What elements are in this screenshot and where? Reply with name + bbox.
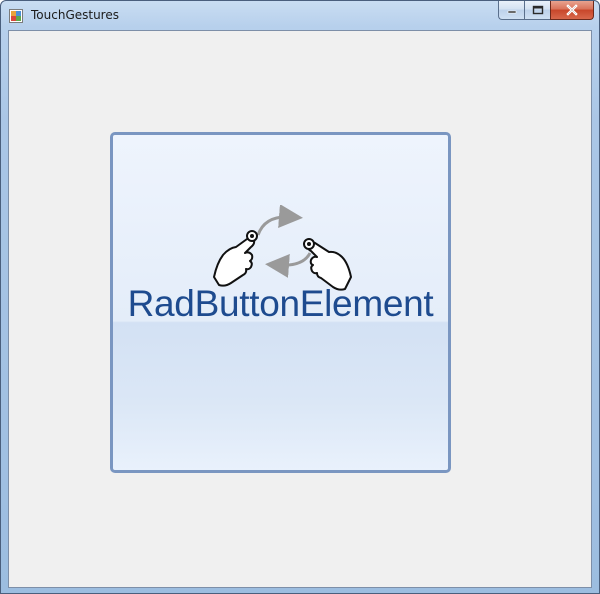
app-window: TouchGestures RadButtonElement bbox=[0, 0, 600, 594]
close-icon bbox=[566, 4, 578, 16]
form-client-area: RadButtonElement bbox=[8, 30, 592, 588]
touch-rotate-gesture-icon bbox=[213, 205, 352, 291]
maximize-icon bbox=[532, 5, 543, 15]
rad-button-element[interactable]: RadButtonElement bbox=[110, 132, 451, 473]
close-button[interactable] bbox=[550, 1, 594, 20]
title-bar[interactable]: TouchGestures bbox=[1, 1, 599, 30]
maximize-button[interactable] bbox=[524, 1, 550, 20]
minimize-button[interactable] bbox=[498, 1, 524, 20]
caption-buttons bbox=[498, 1, 594, 21]
rad-button-label: RadButtonElement bbox=[127, 283, 434, 324]
minimize-icon bbox=[507, 10, 516, 14]
app-window-icon bbox=[9, 9, 23, 23]
window-title: TouchGestures bbox=[31, 8, 119, 22]
